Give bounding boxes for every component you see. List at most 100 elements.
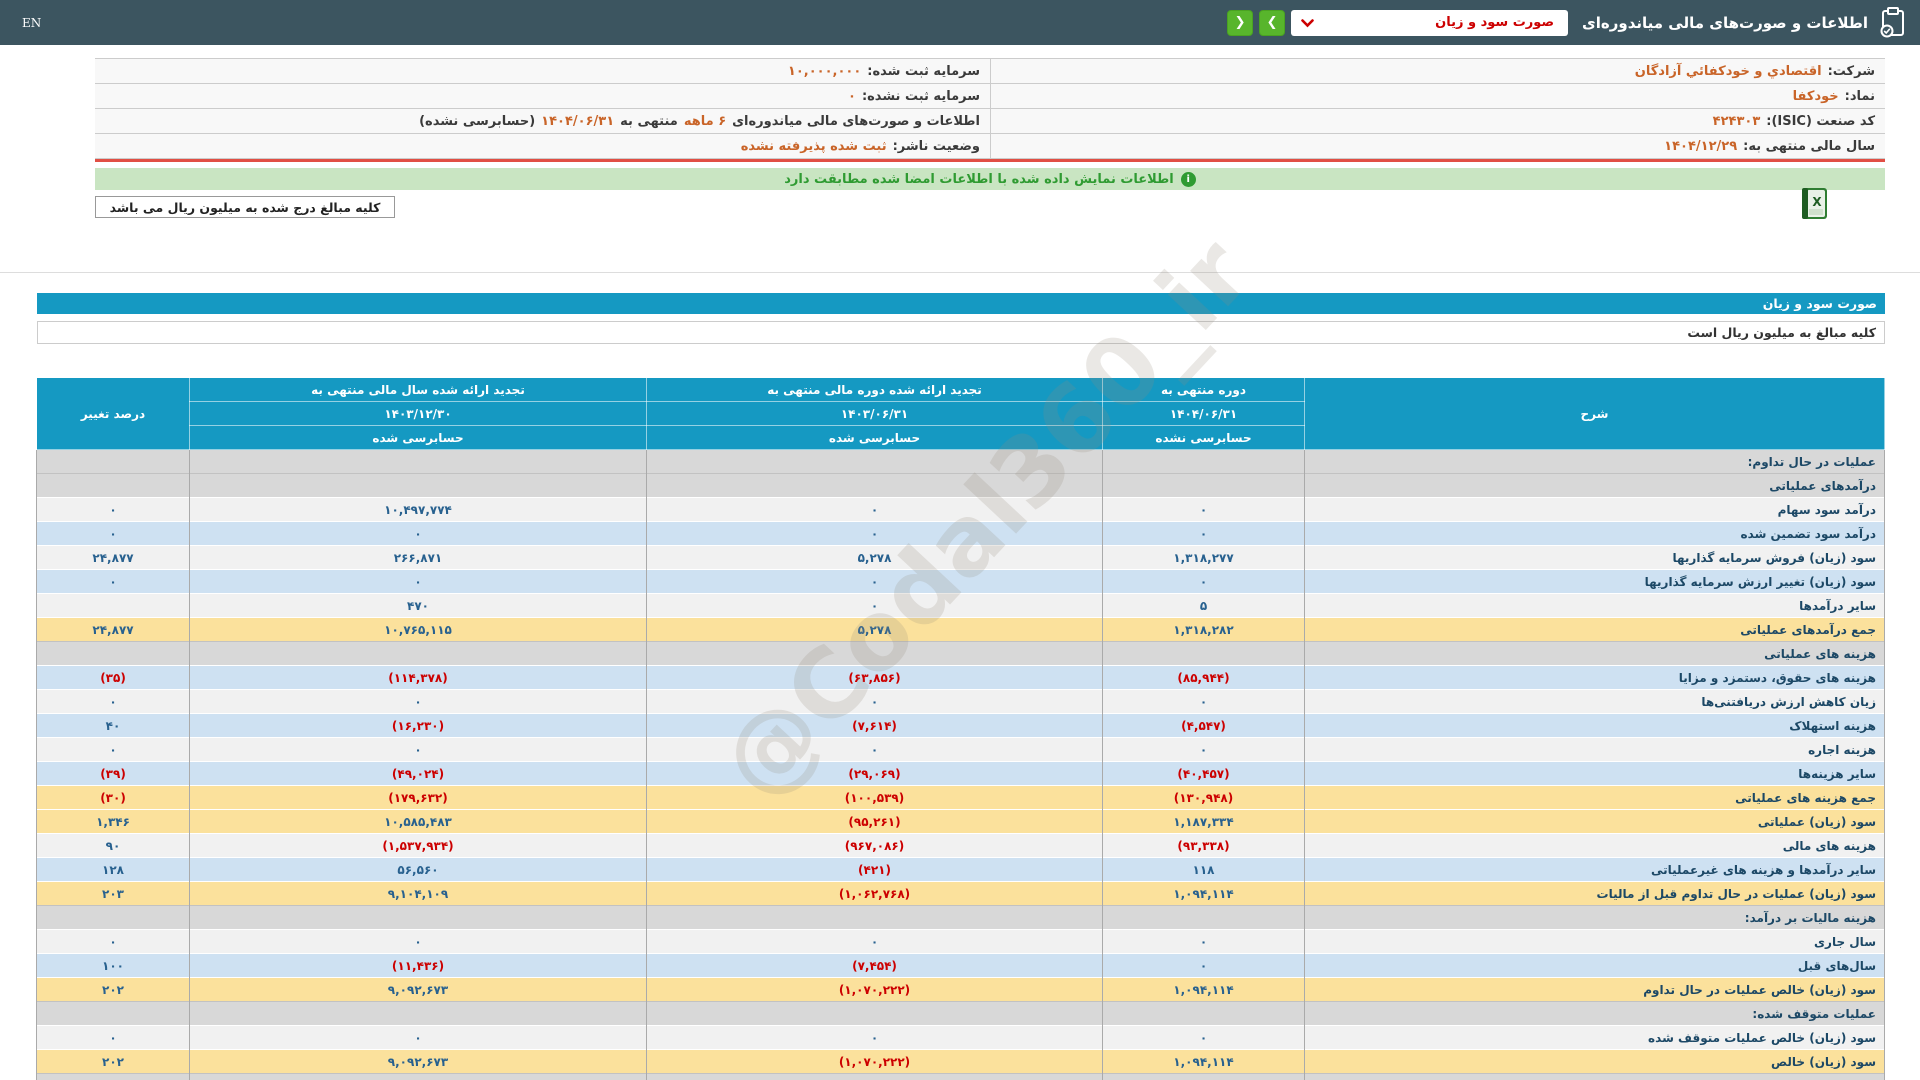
cell-value: (۴,۵۴۷): [1102, 713, 1305, 738]
company-info-cell: شرکت: اقتصادي و خودکفائي آزادگان: [990, 59, 1885, 84]
cell-value: ۱۰,۵۸۵,۴۸۳: [189, 809, 647, 834]
row-label: سود (زیان) خالص عملیات متوقف شده: [1304, 1025, 1885, 1050]
info-value: ۰: [848, 88, 856, 104]
cell-value: ۰: [189, 929, 647, 954]
cell-value: ۵۶,۵۶۰: [189, 857, 647, 882]
cell-value: ۰: [1102, 569, 1305, 594]
info-label: وضعیت ناشر:: [892, 138, 980, 154]
row-label: عملیات در حال تداوم:: [1304, 449, 1885, 474]
row-label: سود (زیان) فروش سرمایه گذاریها: [1304, 545, 1885, 570]
info-value: خودکفا: [1792, 88, 1839, 104]
cell-value: [646, 1001, 1103, 1026]
table-row: هزینه های حقوق، دستمزد و مزایا (۸۵,۹۴۴) (۶…: [36, 665, 1885, 690]
cell-value: [189, 473, 647, 498]
table-row: درآمد سود سهام ۰ ۰ ۱۰,۴۹۷,۷۷۴ ۰: [36, 497, 1885, 522]
cell-value: [189, 449, 647, 474]
info-label: سال مالی منتهی به:: [1743, 138, 1875, 154]
row-label: سود (زیان) تغییر ارزش سرمایه گذاریها: [1304, 569, 1885, 594]
language-toggle[interactable]: EN: [22, 16, 41, 30]
cell-value: ۱,۳۱۸,۲۸۲: [1102, 617, 1305, 642]
cell-value: ۰: [36, 1025, 190, 1050]
table-row: سایر درآمدها ۵ ۰ ۴۷۰: [36, 593, 1885, 618]
company-info-cell: کد صنعت (ISIC): ۴۲۴۳۰۳: [990, 109, 1885, 134]
cell-value: ۲۰۲: [36, 1049, 190, 1074]
cell-value: ۹,۰۹۲,۶۷۳: [189, 977, 647, 1002]
cell-value: ۰: [36, 737, 190, 762]
signed-info-text: اطلاعات نمایش داده شده با اطلاعات امضا ش…: [784, 171, 1174, 187]
cell-value: ۲۴,۸۷۷: [36, 617, 190, 642]
cell-value: ۰: [189, 1025, 647, 1050]
cell-value: (۲۹,۰۶۹): [646, 761, 1103, 786]
cell-value: ۰: [646, 593, 1103, 618]
cell-value: [646, 641, 1103, 666]
table-row: زیان کاهش ارزش دریافتنی‌ها ۰ ۰ ۰ ۰: [36, 689, 1885, 714]
row-label: هزینه های حقوق، دستمزد و مزایا: [1304, 665, 1885, 690]
cell-value: ۰: [1102, 689, 1305, 714]
table-row: درآمد سود تضمین شده ۰ ۰ ۰ ۰: [36, 521, 1885, 546]
statement-dropdown[interactable]: صورت سود و زیان: [1291, 9, 1569, 36]
row-label: هزینه مالیات بر درآمد:: [1304, 905, 1885, 930]
nav-next-button[interactable]: ❯: [1259, 9, 1286, 36]
nav-prev-button[interactable]: ❮: [1227, 9, 1254, 36]
cell-value: ۹۰: [36, 833, 190, 858]
cell-value: [36, 905, 190, 930]
row-label: هزینه های عملیاتی: [1304, 641, 1885, 666]
table-row: سود (زیان) عملیات در حال تداوم قبل از ما…: [36, 881, 1885, 906]
info-label: سرمایه ثبت شده:: [867, 63, 980, 79]
row-label: سود (زیان) خالص: [1304, 1049, 1885, 1074]
info-label: کد صنعت (ISIC):: [1766, 113, 1875, 129]
statement-unit-row: کلیه مبالغ به میلیون ریال است: [37, 321, 1885, 344]
cell-value: (۸۵,۹۴۴): [1102, 665, 1305, 690]
header-restated-year-audit: حسابرسی شده: [189, 425, 647, 450]
row-label: سال‌های قبل: [1304, 953, 1885, 978]
excel-export-icon[interactable]: X: [1800, 186, 1830, 222]
info-value: ۱۰,۰۰۰,۰۰۰: [787, 63, 862, 79]
table-body: عملیات در حال تداوم: درآمدهای عملیاتی درآم…: [36, 449, 1885, 1080]
statement-dropdown-value: صورت سود و زیان: [1435, 15, 1555, 30]
table-row: سود (زیان) عملیاتی ۱,۱۸۷,۳۳۴ (۹۵,۲۶۱) ۱۰,۵۸…: [36, 809, 1885, 834]
cell-value: (۳۹): [36, 761, 190, 786]
cell-value: [646, 1073, 1103, 1080]
header-restated-period-title: تجدید ارائه شده دوره مالی منتهی به: [646, 377, 1103, 402]
cell-value: [189, 905, 647, 930]
row-label: سود (زیان) عملیات در حال تداوم قبل از ما…: [1304, 881, 1885, 906]
cell-value: ۰: [36, 497, 190, 522]
row-label: جمع درآمدهای عملیاتی: [1304, 617, 1885, 642]
table-row: هزینه استهلاک (۴,۵۴۷) (۷,۶۱۴) (۱۶,۲۳۰) ۴۰: [36, 713, 1885, 738]
row-label: سود (زیان) خالص عملیات در حال تداوم: [1304, 977, 1885, 1002]
header-current-date: ۱۴۰۴/۰۶/۳۱: [1102, 401, 1305, 426]
header-restated-year-date: ۱۴۰۳/۱۲/۳۰: [189, 401, 647, 426]
company-info-cell: نماد: خودکفا: [990, 84, 1885, 109]
row-label: سایر هزینه‌ها: [1304, 761, 1885, 786]
cell-value: ۲۰۳: [36, 881, 190, 906]
row-label: سال جاری: [1304, 929, 1885, 954]
row-label: سایر درآمدها و هزینه های غیرعملیاتی: [1304, 857, 1885, 882]
page-title: اطلاعات و صورت‌های مالی میاندوره‌ای: [1582, 13, 1868, 32]
cell-value: ۵,۲۷۸: [646, 617, 1103, 642]
header-restated-period-date: ۱۴۰۳/۰۶/۳۱: [646, 401, 1103, 426]
row-label: عملیات متوقف شده:: [1304, 1001, 1885, 1026]
table-row: سایر هزینه‌ها (۴۰,۴۵۷) (۲۹,۰۶۹) (۴۹,۰۲۴) (۳۹…: [36, 761, 1885, 786]
cell-value: ۴۷۰: [189, 593, 647, 618]
table-header: شرح دوره منتهی به تجدید ارائه شده دوره م…: [36, 377, 1885, 450]
cell-value: ۴۰: [36, 713, 190, 738]
cell-value: ۱۰,۴۹۷,۷۷۴: [189, 497, 647, 522]
company-info-cell: وضعیت ناشر: ثبت شده پذیرفته نشده: [95, 134, 990, 159]
cell-value: (۳۵): [36, 665, 190, 690]
row-label: سود (زیان) پایه هر سهم: [1304, 1073, 1885, 1080]
row-label: درآمدهای عملیاتی: [1304, 473, 1885, 498]
section-divider: [0, 272, 1920, 273]
info-label: منتهی به: [620, 113, 678, 129]
info-icon: i: [1180, 171, 1196, 187]
cell-value: ۰: [36, 569, 190, 594]
company-info-grid: شرکت: اقتصادي و خودکفائي آزادگان سرمایه ثب…: [95, 59, 1885, 159]
cell-value: ۹,۱۰۴,۱۰۹: [189, 881, 647, 906]
cell-value: (۱,۰۶۲,۷۶۸): [646, 881, 1103, 906]
header-desc: شرح: [1304, 377, 1885, 450]
cell-value: ۰: [189, 521, 647, 546]
cell-value: ۰: [646, 689, 1103, 714]
cell-value: [36, 1001, 190, 1026]
signed-info-banner: i اطلاعات نمایش داده شده با اطلاعات امضا…: [95, 168, 1885, 190]
info-label: اطلاعات و صورت‌های مالی میاندوره‌ای: [732, 113, 980, 129]
info-label: سرمایه ثبت نشده:: [861, 88, 980, 104]
